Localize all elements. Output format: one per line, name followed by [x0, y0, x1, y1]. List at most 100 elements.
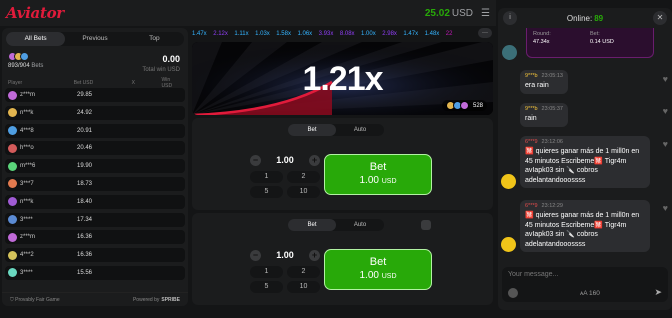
- tab-previous[interactable]: Previous: [65, 32, 124, 46]
- menu-icon[interactable]: ☰: [481, 8, 490, 19]
- avatar: [8, 179, 17, 189]
- bet-amount[interactable]: 1.00: [276, 155, 294, 165]
- bet-amount: 16.36: [77, 252, 93, 259]
- history-item[interactable]: 2.98x: [382, 31, 397, 37]
- player-name: n***k: [20, 198, 34, 205]
- spribe-logo: SPRIBE: [161, 296, 180, 303]
- history-item[interactable]: 3.93x: [319, 31, 334, 37]
- history-item[interactable]: 1.06x: [297, 31, 312, 37]
- bet-amount[interactable]: 1.00: [276, 250, 294, 260]
- quick-amount-button[interactable]: 1: [250, 171, 283, 183]
- bet-amount-stepper: − 1.00 +: [250, 249, 320, 261]
- aviator-app: Aviator 25.02 USD ☰ All Bets Previous Top…: [0, 0, 672, 318]
- tab-all-bets[interactable]: All Bets: [6, 32, 66, 46]
- info-icon[interactable]: i: [503, 11, 517, 25]
- quick-amount-button[interactable]: 2: [287, 171, 320, 183]
- quick-amount-button[interactable]: 5: [250, 281, 283, 293]
- footer: ⛉ Provably Fair Game Powered by SPRIBE: [2, 292, 188, 306]
- bet-panel-2: Bet Auto − 1.00 + 1 2 5 10 Bet 1.00 USD: [192, 213, 493, 305]
- avatar: [502, 45, 517, 60]
- avatar: [8, 143, 17, 153]
- send-icon[interactable]: ➤: [654, 287, 662, 298]
- chat-message: 6***9 23:12:06 🈲 quieres ganar más de 1 m…: [520, 136, 650, 189]
- balance: 25.02 USD: [424, 7, 474, 19]
- like-icon[interactable]: ♥: [663, 139, 668, 149]
- minus-button[interactable]: −: [250, 249, 261, 261]
- table-row: h***o 20.46: [5, 141, 185, 156]
- tab-bet[interactable]: Bet: [288, 124, 336, 136]
- avatar: [8, 90, 17, 100]
- bet-button[interactable]: Bet 1.00 USD: [324, 249, 432, 290]
- history-item[interactable]: 1.47x: [192, 31, 207, 37]
- player-name: z***m: [20, 234, 36, 241]
- minus-button[interactable]: −: [250, 154, 261, 166]
- chat-message: 9***b 23:05:37 rain: [520, 103, 568, 127]
- logo: Aviator: [6, 4, 64, 22]
- avatar: [8, 126, 17, 136]
- chat-input[interactable]: Your message... ᴀA 160 ➤: [502, 267, 668, 302]
- table-row: m***6 19.90: [5, 159, 185, 174]
- history-item[interactable]: 8.08x: [340, 31, 355, 37]
- avatar: [8, 215, 17, 225]
- bet-amount: 19.90: [77, 163, 93, 170]
- bet-button[interactable]: Bet 1.00 USD: [324, 154, 432, 195]
- emoji-icon[interactable]: [508, 288, 518, 298]
- remove-panel-icon[interactable]: [421, 220, 431, 230]
- quick-amount-button[interactable]: 2: [287, 266, 320, 278]
- avatar: [8, 268, 17, 278]
- history-item[interactable]: 2.12x: [213, 31, 228, 37]
- tab-auto[interactable]: Auto: [336, 124, 384, 136]
- table-row: n***k 24.92: [5, 105, 185, 120]
- history-more-button[interactable]: ···: [478, 28, 492, 38]
- close-icon[interactable]: ✕: [653, 11, 667, 25]
- table-row: 3**** 15.56: [5, 265, 185, 280]
- table-row: 4***2 16.36: [5, 248, 185, 263]
- plus-button[interactable]: +: [309, 154, 320, 166]
- like-icon[interactable]: ♥: [663, 74, 668, 84]
- table-row: z***m 16.36: [5, 230, 185, 245]
- like-icon[interactable]: ♥: [663, 203, 668, 213]
- avatar: [501, 237, 516, 252]
- player-name: z***m: [20, 92, 36, 98]
- history-item[interactable]: 1.48x: [425, 31, 440, 37]
- like-icon[interactable]: ♥: [663, 106, 668, 116]
- quick-amount-button[interactable]: 1: [250, 266, 283, 278]
- chat-message: 9***b 23:05:13 era rain: [520, 70, 568, 94]
- top-bar: Aviator 25.02 USD ☰: [0, 0, 496, 26]
- bet-amount-stepper: − 1.00 +: [250, 154, 320, 166]
- avatar: [8, 250, 17, 260]
- tab-auto[interactable]: Auto: [336, 219, 384, 231]
- bets-list: z***m 29.85 n***k 24.92 4***8 20.91 h***o 20.46…: [2, 88, 188, 280]
- quick-amount-button[interactable]: 10: [287, 281, 320, 293]
- history-item[interactable]: 22: [446, 31, 453, 37]
- online-count: 89: [594, 13, 604, 23]
- avatar: [8, 197, 17, 207]
- avatar: [8, 161, 17, 171]
- history-item[interactable]: 1.11x: [234, 31, 248, 37]
- plus-button[interactable]: +: [309, 249, 320, 261]
- bet-amount: 20.91: [77, 127, 93, 134]
- player-name: 4***2: [20, 252, 34, 259]
- quick-amount-button[interactable]: 5: [250, 186, 283, 198]
- tab-top[interactable]: Top: [125, 32, 184, 46]
- bet-amount: 20.46: [77, 145, 93, 152]
- table-row: n***k 18.40: [5, 194, 185, 209]
- table-row: z***m 29.85: [5, 88, 185, 102]
- tab-bet[interactable]: Bet: [288, 219, 336, 231]
- player-name: 3****: [20, 216, 33, 223]
- bet-amount: 18.73: [77, 180, 93, 187]
- history-item[interactable]: 1.58x: [276, 31, 291, 37]
- player-name: 3****: [20, 269, 33, 276]
- history-item[interactable]: 1.47x: [403, 31, 418, 37]
- quick-amounts: 1 2 5 10: [250, 266, 320, 293]
- bet-amount: 18.40: [77, 198, 93, 205]
- bets-tabs: All Bets Previous Top: [6, 32, 184, 46]
- table-row: 3**** 17.34: [5, 212, 185, 227]
- history-item[interactable]: 1.00x: [361, 31, 376, 37]
- provably-fair-link[interactable]: Provably Fair Game: [15, 297, 59, 303]
- history-item[interactable]: 1.03x: [255, 31, 270, 37]
- avatar: [501, 174, 516, 189]
- table-row: 4***8 20.91: [5, 123, 185, 138]
- quick-amount-button[interactable]: 10: [287, 186, 320, 198]
- chat-panel: i Online: 89 ✕ Round: 47.34x Bet: 0.14 USD …: [498, 8, 672, 310]
